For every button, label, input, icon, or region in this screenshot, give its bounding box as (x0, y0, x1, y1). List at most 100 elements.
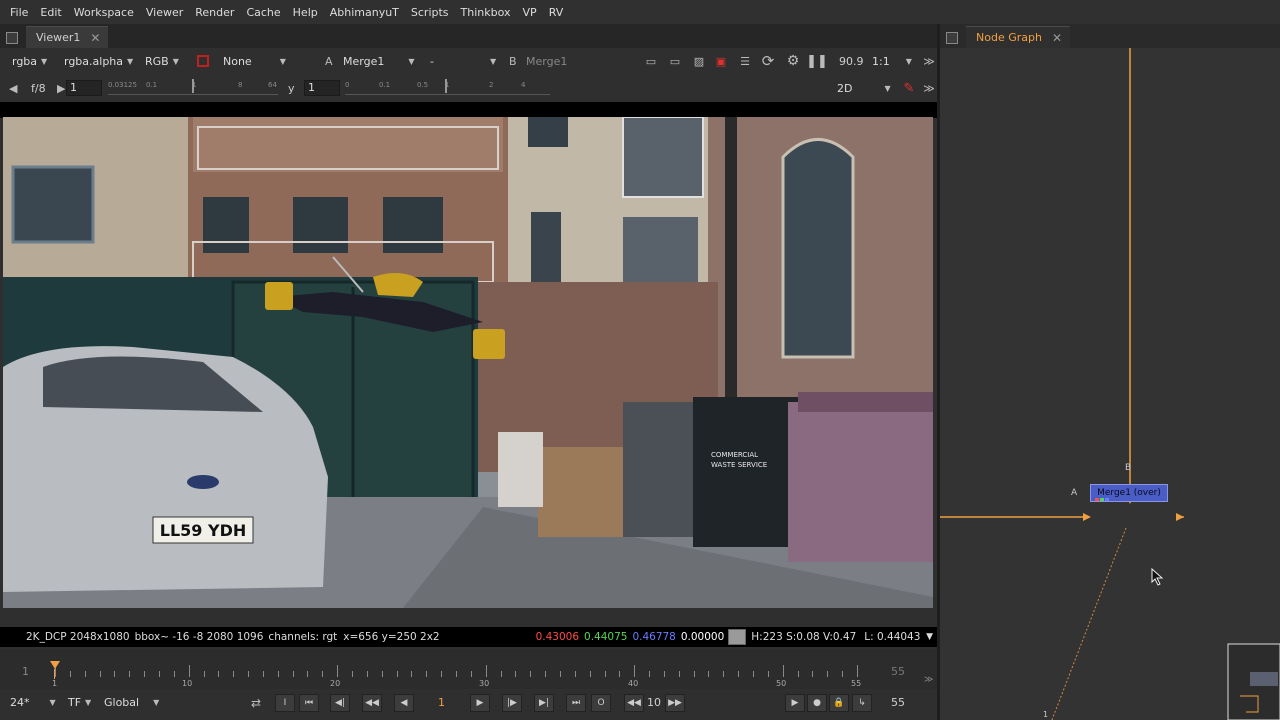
in-point-button[interactable]: I (275, 694, 295, 712)
current-frame-field[interactable]: 1 (438, 696, 445, 709)
menu-help[interactable]: Help (287, 6, 324, 19)
fps-dropdown[interactable]: 24* ▼ (10, 696, 56, 709)
expand-toolbar-icon[interactable]: ≫ (920, 52, 938, 70)
settings-icon[interactable]: ⚙ (784, 52, 802, 70)
close-icon[interactable]: ✕ (90, 31, 100, 45)
tick-label: 40 (628, 679, 639, 688)
mask-dropdown[interactable]: None ▼ (223, 55, 286, 68)
step-forward-button[interactable]: ▶▶ (665, 694, 685, 712)
menu-cache[interactable]: Cache (240, 6, 286, 19)
gain-slider[interactable]: 0.03125 0.1 1 8 64 (108, 79, 278, 95)
alpha-channel-dropdown[interactable]: rgba.alpha ▼ (64, 55, 133, 68)
bin-label: COMMERCIAL (711, 451, 758, 459)
timeline-tick (812, 671, 814, 677)
menu-workspace[interactable]: Workspace (68, 6, 140, 19)
timeline-tick (144, 671, 146, 677)
timeline-tick (233, 671, 235, 677)
proxy-icon[interactable]: ▣ (712, 52, 730, 70)
prev-keyframe-button[interactable]: ◀| (330, 694, 350, 712)
view-mode-dropdown[interactable]: 2D ▼ (837, 82, 891, 95)
play-backward-button[interactable]: ◀ (394, 694, 414, 712)
ratio-dropdown[interactable]: 1:1 ▼ (872, 55, 912, 68)
fstop-right-icon[interactable]: ▶ (57, 82, 65, 95)
viewer-canvas[interactable]: COMMERCIAL WASTE SERVICE LL59 YDH (3, 117, 933, 608)
timeline-tick (797, 671, 799, 677)
menu-viewer[interactable]: Viewer (140, 6, 189, 19)
guides-icon[interactable]: ☰ (736, 52, 754, 70)
timeline-ruler[interactable] (55, 663, 858, 677)
input-a-label: A (325, 54, 333, 68)
playhead-marker[interactable] (50, 661, 60, 669)
close-icon[interactable]: ✕ (1052, 31, 1062, 45)
input-b-dropdown[interactable]: Merge1 (526, 55, 567, 68)
input-a-dropdown[interactable]: Merge1 ▼ (343, 55, 415, 68)
play-forward-button[interactable]: ▶ (470, 694, 490, 712)
pane-menu-icon[interactable] (946, 32, 958, 44)
lock-button[interactable]: 🔒 (829, 694, 849, 712)
node-graph-pane[interactable]: Node Graph ✕ B A Merge1 (over) 1 (940, 24, 1280, 720)
step-back-button[interactable]: ◀◀ (624, 694, 644, 712)
record-button[interactable]: ● (807, 694, 827, 712)
node-graph-canvas[interactable] (940, 48, 1280, 720)
collapse-icon[interactable]: ≫ (924, 675, 933, 685)
gamma-slider[interactable]: 0 0.1 0.5 1 2 4 (345, 79, 550, 95)
first-frame-button[interactable]: ⏮ (299, 694, 319, 712)
fstop-left-icon[interactable]: ◀ (9, 82, 17, 95)
colorspace-dropdown[interactable]: RGB ▼ (145, 55, 179, 68)
gain-slider-handle (192, 79, 194, 93)
menu-vp[interactable]: VP (517, 6, 543, 19)
timeline-tick (84, 671, 86, 677)
timeline-end-frame: 55 (891, 665, 905, 678)
timeline-tick (485, 665, 487, 677)
zoom-value[interactable]: 90.9 (839, 55, 864, 68)
gamma-field[interactable]: 1 (304, 80, 340, 96)
expand-toolbar2-icon[interactable]: ≫ (920, 79, 938, 97)
mask-icon[interactable] (197, 55, 209, 67)
compare-op-dropdown[interactable]: - ▼ (430, 55, 496, 68)
flipbook-button[interactable]: ▶ (785, 694, 805, 712)
dropdown-arrow-icon: ▼ (905, 56, 912, 66)
tf-dropdown[interactable]: TF ▼ (68, 696, 91, 709)
next-frame-button[interactable]: |▶ (502, 694, 522, 712)
end-frame-field[interactable]: 55 (891, 696, 905, 709)
roi-icon[interactable]: ▭ (642, 52, 660, 70)
tab-viewer1[interactable]: Viewer1 ✕ (26, 26, 109, 48)
playhead-follow-button[interactable]: ↳ (852, 694, 872, 712)
menu-rv[interactable]: RV (543, 6, 570, 19)
node-blue-channel (1105, 498, 1109, 501)
clip-warning-icon[interactable]: ▨ (690, 52, 708, 70)
prev-increment-button[interactable]: ◀◀ (362, 694, 382, 712)
timeline-start-frame: 1 (22, 665, 29, 678)
refresh-icon[interactable]: ⟳ (759, 52, 777, 70)
menu-scripts[interactable]: Scripts (405, 6, 455, 19)
timeline-tick (262, 671, 264, 677)
aspect-icon[interactable]: ▭ (666, 52, 684, 70)
menu-render[interactable]: Render (189, 6, 240, 19)
menu-abhimanyut[interactable]: AbhimanyuT (324, 6, 405, 19)
timeline-tick (545, 671, 547, 677)
step-field[interactable]: 10 (647, 696, 661, 709)
last-frame-button[interactable]: ⏭ (566, 694, 586, 712)
playhead-line (54, 669, 55, 679)
global-range-dropdown[interactable]: Global ▼ (104, 696, 159, 709)
pause-icon[interactable]: ❚❚ (806, 52, 828, 70)
gain-field[interactable]: 1 (66, 80, 102, 96)
channels-dropdown[interactable]: rgba ▼ (12, 55, 47, 68)
timeline-tick (292, 671, 294, 677)
out-point-button[interactable]: O (591, 694, 611, 712)
paint-brush-icon[interactable]: ✎ (900, 79, 918, 97)
menu-file[interactable]: File (4, 6, 34, 19)
timeline-tick (248, 671, 250, 677)
menu-bar: File Edit Workspace Viewer Render Cache … (0, 0, 1280, 24)
timeline[interactable]: 1 1 10 20 30 40 50 55 55 ≫ (0, 649, 937, 689)
fstop-value[interactable]: f/8 (31, 82, 46, 95)
timeline-tick (857, 665, 858, 677)
menu-edit[interactable]: Edit (34, 6, 67, 19)
info-expand-icon[interactable]: ▼ (926, 632, 933, 642)
loop-mode-icon[interactable]: ⇄ (247, 694, 265, 712)
tab-node-graph[interactable]: Node Graph ✕ (966, 26, 1071, 48)
menu-thinkbox[interactable]: Thinkbox (455, 6, 517, 19)
next-keyframe-button[interactable]: ▶| (534, 694, 554, 712)
pane-menu-icon[interactable] (6, 32, 18, 44)
viewer-toolbar-2: ◀ f/8 ▶ 1 0.03125 0.1 1 8 64 y 1 0 0.1 0… (0, 75, 937, 101)
